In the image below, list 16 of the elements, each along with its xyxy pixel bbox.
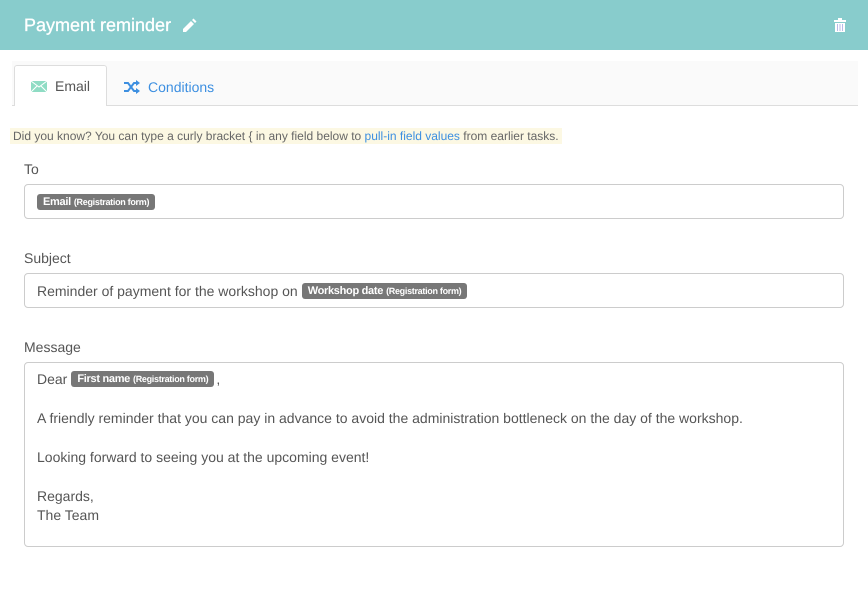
field-tag: Email (Registration form) — [37, 194, 156, 210]
message-field[interactable]: Dear First name (Registration form) , A friendly reminder that you can pay in advance to avoid the administration bottleneck on the day of the workshop. Looking forward to seeing you at the upcoming event! Regards, The Team — [24, 362, 844, 547]
input-field[interactable]: Reminder of payment for the workshop on Workshop date (Registration form) — [24, 273, 844, 308]
field-label: Subject — [24, 250, 71, 266]
input-field[interactable]: Email (Registration form) — [24, 184, 844, 219]
envelope-icon — [31, 80, 47, 92]
hint-text: Did you know? You can type a curly bracket { in any field below to pull-in field values from earlier tasks. — [10, 128, 562, 144]
field-tag: Workshop date (Registration form) — [302, 282, 468, 298]
field-label: Message — [24, 339, 81, 355]
delete-icon[interactable] — [834, 18, 846, 32]
field-label: To — [24, 161, 39, 177]
tab[interactable]: Email — [14, 65, 108, 106]
page-title: Payment reminder — [24, 14, 172, 36]
edit-icon[interactable] — [181, 17, 198, 33]
field-tag: First name (Registration form) — [71, 370, 214, 386]
shuffle-icon — [124, 80, 140, 94]
